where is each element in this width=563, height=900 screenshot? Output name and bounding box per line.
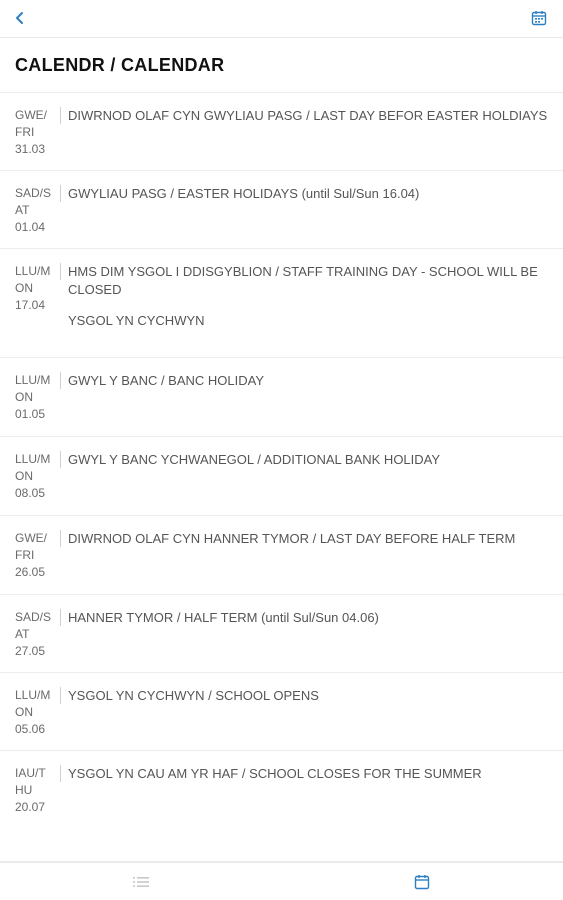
event-list: GWE/FRI 31.03 DIWRNOD OLAF CYN GWYLIAU PAS… [0,93,563,862]
event-details: HMS DIM YSGOL I DDISGYBLION / STAFF TRAI… [60,249,563,357]
event-title: HANNER TYMOR / HALF TERM (until Sul/Sun … [68,610,379,625]
event-day-label: SAD/S [15,610,52,624]
event-date: SAD/S AT 01.04 [0,171,60,248]
event-details: HANNER TYMOR / HALF TERM (until Sul/Sun … [60,595,563,672]
event-date-value: 08.05 [15,486,46,500]
event-day-label: ON [15,469,33,483]
event-day-label: SAD/S [15,186,52,200]
event-day-label: LLU/M [15,373,51,387]
event-title: GWYL Y BANC YCHWANEGOL / ADDITIONAL BANK… [68,452,441,467]
event-date: GWE/FRI 26.05 [0,516,60,594]
event-details: GWYL Y BANC YCHWANEGOL / ADDITIONAL BANK… [60,437,563,515]
calendar-view-button[interactable] [527,6,551,30]
event-date: LLU/M ON 01.05 [0,358,60,436]
event-details: YSGOL YN CAU AM YR HAF / SCHOOL CLOSES F… [60,751,563,861]
event-row[interactable]: GWE/FRI 26.05 DIWRNOD OLAF CYN HANNER TYMO… [0,516,563,595]
event-details: GWYL Y BANC / BANC HOLIDAY [60,358,563,436]
event-title: YSGOL YN CAU AM YR HAF / SCHOOL CLOSES F… [68,766,482,781]
event-date: IAU/T HU 20.07 [0,751,60,861]
event-title: GWYL Y BANC / BANC HOLIDAY [68,373,265,388]
event-day-label: AT [15,627,30,641]
event-date: SAD/S AT 27.05 [0,595,60,672]
event-day-label: ON [15,281,33,295]
event-date-value: 05.06 [15,722,46,736]
page-title: CALENDR / CALENDAR [0,38,563,93]
event-date: GWE/FRI 31.03 [0,93,60,170]
event-title: DIWRNOD OLAF CYN HANNER TYMOR / LAST DAY… [68,531,516,546]
event-day-label: AT [15,203,30,217]
event-day-label: FRI [15,548,35,562]
app-root: CALENDR / CALENDAR GWE/FRI 31.03 DIWRNOD O… [0,0,563,900]
event-row[interactable]: IAU/T HU 20.07 YSGOL YN CAU AM YR HAF / SCH… [0,751,563,862]
event-date: LLU/M ON 08.05 [0,437,60,515]
event-title: YSGOL YN CYCHWYN [68,313,205,328]
event-date: LLU/M ON 17.04 [0,249,60,357]
event-row[interactable]: LLU/M ON 01.05 GWYL Y BANC / BANC HOLIDAY [0,358,563,437]
event-date: LLU/M ON 05.06 [0,673,60,750]
event-date-value: 17.04 [15,298,46,312]
tab-list[interactable] [131,873,151,891]
event-day-label: ON [15,390,33,404]
event-date-value: 01.04 [15,220,46,234]
event-details: DIWRNOD OLAF CYN GWYLIAU PASG / LAST DAY… [60,93,563,170]
event-title: HMS DIM YSGOL I DDISGYBLION / STAFF TRAI… [68,264,538,297]
calendar-icon [414,875,430,890]
event-details: DIWRNOD OLAF CYN HANNER TYMOR / LAST DAY… [60,516,563,594]
event-title: GWYLIAU PASG / EASTER HOLIDAYS (until Su… [68,186,420,201]
tab-calendar[interactable] [412,872,432,892]
event-day-label: LLU/M [15,688,51,702]
event-title: DIWRNOD OLAF CYN GWYLIAU PASG / LAST DAY… [68,108,548,123]
event-date-value: 01.05 [15,407,46,421]
event-row[interactable]: LLU/M ON 17.04 HMS DIM YSGOL I DDISGYBLION … [0,249,563,358]
event-day-label: ON [15,705,33,719]
list-icon [133,877,149,887]
event-title: YSGOL YN CYCHWYN / SCHOOL OPENS [68,688,319,703]
event-day-label: FRI [15,125,35,139]
bottom-nav [0,862,563,900]
chevron-left-icon [16,12,23,24]
event-row[interactable]: SAD/S AT 27.05 HANNER TYMOR / HALF TERM (un… [0,595,563,673]
event-row[interactable]: SAD/S AT 01.04 GWYLIAU PASG / EASTER HOLIDA… [0,171,563,249]
event-date-value: 26.05 [15,565,46,579]
event-day-label: HU [15,783,33,797]
top-bar [0,0,563,38]
event-date-value: 27.05 [15,644,46,658]
event-row[interactable]: LLU/M ON 08.05 GWYL Y BANC YCHWANEGOL / ADD… [0,437,563,516]
event-date-value: 31.03 [15,142,46,156]
event-row[interactable]: GWE/FRI 31.03 DIWRNOD OLAF CYN GWYLIAU PAS… [0,93,563,171]
calendar-icon [531,11,547,26]
back-button[interactable] [8,6,32,30]
event-details: GWYLIAU PASG / EASTER HOLIDAYS (until Su… [60,171,563,248]
event-day-label: GWE/ [15,531,47,545]
event-details: YSGOL YN CYCHWYN / SCHOOL OPENS [60,673,563,750]
event-day-label: GWE/ [15,108,47,122]
event-row[interactable]: LLU/M ON 05.06 YSGOL YN CYCHWYN / SCHOOL OP… [0,673,563,751]
event-day-label: LLU/M [15,452,51,466]
event-date-value: 20.07 [15,800,46,814]
event-day-label: LLU/M [15,264,51,278]
event-day-label: IAU/T [15,766,46,780]
